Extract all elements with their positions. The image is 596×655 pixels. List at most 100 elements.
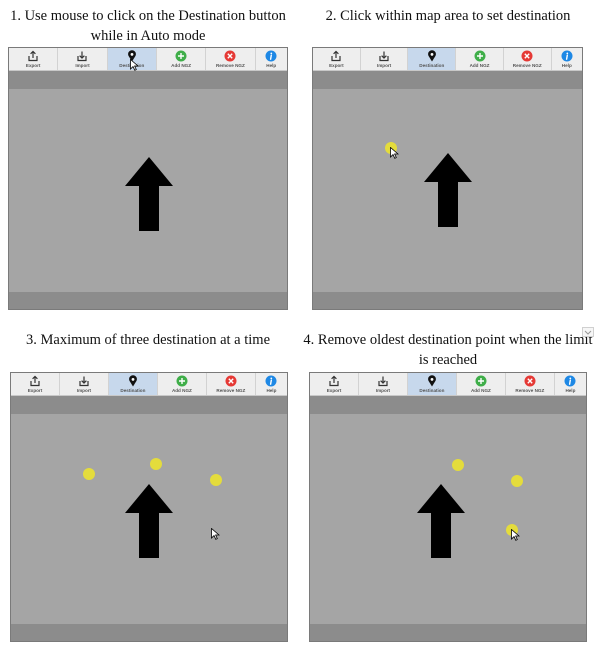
import-button[interactable]: Import — [359, 373, 408, 395]
plus-circle-icon — [474, 50, 486, 62]
robot-heading-arrow — [125, 157, 173, 231]
destination-point[interactable] — [210, 474, 222, 486]
mouse-cursor-icon — [511, 529, 520, 541]
destination-point[interactable] — [511, 475, 523, 487]
toolbar-button-label: Export — [329, 62, 344, 68]
step-2-panel: Export Import Destination Add NGZ Remove NGZ… — [312, 47, 583, 310]
add-ngz-button[interactable]: Add NGZ — [457, 373, 506, 395]
import-icon — [378, 50, 390, 62]
status-bar — [9, 71, 287, 89]
toolbar-button-label: Export — [25, 62, 41, 68]
robot-heading-arrow — [125, 484, 173, 558]
toolbar-button-label: Add NGZ — [171, 387, 192, 393]
help-button[interactable]: Help — [555, 373, 586, 395]
destination-point[interactable] — [150, 458, 162, 470]
toolbar-button-label: Import — [375, 387, 391, 393]
step-4-panel: Export Import Destination Add NGZ Remove NGZ… — [309, 372, 587, 642]
toolbar-button-label: Remove NGZ — [512, 62, 542, 68]
toolbar-button-label: Help — [565, 387, 576, 393]
toolbar-button-label: Remove NGZ — [515, 387, 545, 393]
footer-bar — [313, 292, 582, 309]
toolbar-button-label: Help — [266, 387, 277, 393]
help-button[interactable]: Help — [256, 48, 287, 70]
status-bar — [313, 71, 582, 89]
destination-point[interactable] — [83, 468, 95, 480]
footer-bar — [9, 292, 287, 309]
toolbar-button-label: Destination — [419, 62, 445, 68]
status-bar — [310, 396, 586, 414]
destination-button[interactable]: Destination — [408, 48, 457, 70]
mouse-cursor-icon — [390, 147, 399, 159]
toolbar: ExportImportDestinationAdd NGZRemove NGZ… — [9, 48, 287, 71]
toolbar: Export Import Destination Add NGZ Remove NGZ… — [310, 373, 586, 396]
status-bar — [11, 396, 287, 414]
toolbar-button-label: Add NGZ — [469, 62, 490, 68]
step-4-caption: 4. Remove oldest destination point when … — [303, 332, 593, 368]
toolbar-button-label: Import — [76, 387, 92, 393]
toolbar-button-label: Import — [376, 62, 392, 68]
plus-circle-icon — [176, 375, 188, 387]
step-1-panel: ExportImportDestinationAdd NGZRemove NGZ… — [8, 47, 288, 310]
import-button[interactable]: Import — [60, 373, 109, 395]
toolbar-button-label: Destination — [419, 387, 445, 393]
help-button[interactable]: Help — [256, 373, 287, 395]
export-icon — [330, 50, 342, 62]
step-2-caption: 2. Click within map area to set destinat… — [325, 8, 571, 24]
x-circle-icon — [524, 375, 536, 387]
remove-ngz-button[interactable]: Remove NGZ — [506, 373, 555, 395]
export-icon — [27, 50, 39, 62]
toolbar-button-label: Add NGZ — [171, 62, 192, 68]
toolbar-button-label: Add NGZ — [470, 387, 491, 393]
info-icon — [564, 375, 576, 387]
info-icon — [561, 50, 573, 62]
add-ngz-button[interactable]: Add NGZ — [456, 48, 504, 70]
add-ngz-button[interactable]: Add NGZ — [158, 373, 207, 395]
import-button[interactable]: Import — [58, 48, 108, 70]
step-3-panel: Export Import Destination Add NGZ Remove NGZ… — [10, 372, 288, 642]
x-circle-icon — [224, 50, 236, 62]
help-button[interactable]: Help — [552, 48, 582, 70]
toolbar-button-label: Destination — [120, 387, 146, 393]
export-icon — [29, 375, 41, 387]
options-dropdown[interactable] — [582, 327, 594, 337]
toolbar-button-label: Help — [561, 62, 572, 68]
toolbar: Export Import Destination Add NGZ Remove NGZ… — [11, 373, 287, 396]
remove-ngz-button[interactable]: Remove NGZ — [206, 48, 256, 70]
toolbar: Export Import Destination Add NGZ Remove NGZ… — [313, 48, 582, 71]
footer-bar — [11, 624, 287, 641]
remove-ngz-button[interactable]: Remove NGZ — [504, 48, 552, 70]
toolbar-button-label: Help — [266, 62, 277, 68]
toolbar-button-label: Export — [326, 387, 342, 393]
import-icon — [76, 50, 88, 62]
x-circle-icon — [225, 375, 237, 387]
footer-bar — [310, 624, 586, 641]
export-button[interactable]: Export — [313, 48, 361, 70]
destination-button[interactable]: Destination — [407, 373, 457, 395]
location-pin-icon — [426, 375, 438, 387]
import-icon — [78, 375, 90, 387]
x-circle-icon — [521, 50, 533, 62]
export-button[interactable]: Export — [9, 48, 59, 70]
toolbar-button-label: Remove NGZ — [216, 387, 246, 393]
location-pin-icon — [127, 375, 139, 387]
location-pin-icon — [426, 50, 438, 62]
add-ngz-button[interactable]: Add NGZ — [157, 48, 207, 70]
info-icon — [265, 375, 277, 387]
mouse-cursor-icon — [130, 59, 139, 71]
mouse-cursor-icon — [211, 528, 220, 540]
toolbar-button-label: Export — [27, 387, 43, 393]
remove-ngz-button[interactable]: Remove NGZ — [207, 373, 256, 395]
info-icon — [265, 50, 277, 62]
destination-button[interactable]: Destination — [108, 373, 158, 395]
step-1-caption: 1. Use mouse to click on the Destination… — [10, 8, 286, 44]
export-button[interactable]: Export — [11, 373, 60, 395]
toolbar-button-label: Import — [75, 62, 90, 68]
chevron-down-icon — [584, 330, 592, 335]
toolbar-button-label: Remove NGZ — [215, 62, 245, 68]
export-icon — [328, 375, 340, 387]
destination-point[interactable] — [452, 459, 464, 471]
import-button[interactable]: Import — [361, 48, 409, 70]
plus-circle-icon — [475, 375, 487, 387]
robot-heading-arrow — [424, 153, 472, 227]
export-button[interactable]: Export — [310, 373, 359, 395]
